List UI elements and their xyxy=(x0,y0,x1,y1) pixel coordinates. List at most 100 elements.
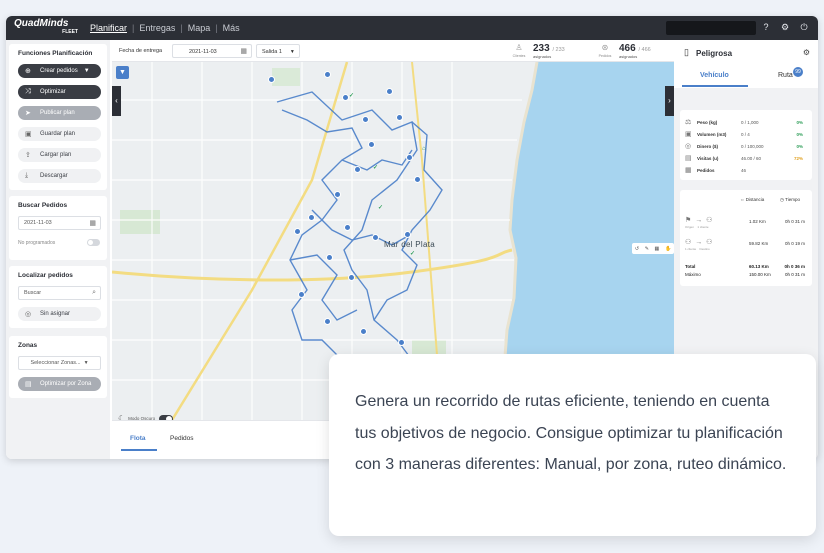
map-pin[interactable] xyxy=(334,191,341,198)
map-pin[interactable] xyxy=(368,141,375,148)
calendar-icon: ▦ xyxy=(240,48,247,55)
quadminds-logo[interactable]: QuadMinds FLEET xyxy=(14,19,78,37)
map-pin[interactable] xyxy=(342,94,349,101)
zonas-card: Zonas Seleccionar Zonas... ▼ ▤ Optimizar p… xyxy=(9,336,107,398)
target-icon: ◎ xyxy=(25,311,32,318)
nav-entregas[interactable]: Entregas xyxy=(139,23,175,33)
nav-separator: | xyxy=(132,23,135,33)
cargar-plan-button[interactable]: ⇪ Cargar plan xyxy=(18,148,101,162)
map-pin[interactable] xyxy=(396,114,403,121)
publicar-plan-button[interactable]: ➤ Publicar plan xyxy=(18,106,101,120)
zonas-title: Zonas xyxy=(18,342,38,349)
distance-icon: ⇔ xyxy=(740,197,745,202)
zonas-select[interactable]: Seleccionar Zonas... ▼ xyxy=(18,356,101,370)
nav-mapa[interactable]: Mapa xyxy=(188,23,211,33)
map-pin[interactable] xyxy=(362,116,369,123)
map-pin[interactable] xyxy=(298,291,305,298)
nav-planificar[interactable]: Planificar xyxy=(90,23,127,33)
pencil-icon[interactable]: ✎ xyxy=(645,246,649,252)
collapse-left-arrow[interactable]: ‹ xyxy=(112,86,121,116)
clock-icon: ◷ xyxy=(780,197,784,202)
fecha-entrega-input[interactable]: 2021-11-03 ▦ xyxy=(172,44,252,58)
check-icon: ✓ xyxy=(349,93,355,99)
check-icon: ✓ xyxy=(378,205,384,211)
description-card: Genera un recorrido de rutas eficiente, … xyxy=(329,354,816,536)
filter-icon[interactable]: ▼ xyxy=(116,66,129,79)
active-tab-underline xyxy=(682,85,748,87)
map-pin[interactable] xyxy=(344,224,351,231)
hand-icon[interactable]: ✋ xyxy=(665,246,671,252)
optimize-icon: ⤨ xyxy=(25,88,31,95)
help-icon[interactable]: ? xyxy=(761,22,771,32)
sin-asignar-button[interactable]: ◎ Sin asignar xyxy=(18,307,101,321)
map-pin[interactable] xyxy=(406,154,413,161)
check-icon: ✓ xyxy=(410,251,416,257)
fecha-entrega-label: Fecha de entrega xyxy=(119,48,163,54)
left-panel: Funciones Planificación ⊕ Crear pedidos ▼ … xyxy=(6,40,110,459)
map-pin[interactable] xyxy=(324,318,331,325)
orders-icon: ▦ xyxy=(685,167,692,174)
map-pin[interactable] xyxy=(372,234,379,241)
map-pin[interactable] xyxy=(360,328,367,335)
funciones-card: Funciones Planificación ⊕ Crear pedidos ▼ … xyxy=(9,44,107,190)
map-pin[interactable] xyxy=(348,274,355,281)
tab-ruta[interactable]: Ruta xyxy=(778,72,793,79)
crear-pedidos-button[interactable]: ⊕ Crear pedidos ▼ xyxy=(18,64,101,78)
weight-icon: ⚖ xyxy=(685,119,692,126)
ruta-count-badge: 99 xyxy=(793,67,803,77)
search-icon: ⌕ xyxy=(92,289,96,296)
vehicle-header: ▯ Peligrosa ⚙ Vehículo Ruta 99 xyxy=(674,40,818,88)
no-programados-toggle[interactable] xyxy=(87,239,100,246)
visits-icon: ▤ xyxy=(685,155,692,162)
origin-to-client-icon: ⚑ → ⚇ xyxy=(685,217,714,224)
map-tools[interactable]: ↺ ✎ ▦ ✋ xyxy=(632,243,674,254)
tab-pedidos[interactable]: Pedidos xyxy=(170,435,194,442)
buscar-date-input[interactable]: 2021-11-03 ▦ xyxy=(18,216,101,230)
map-pin[interactable] xyxy=(404,231,411,238)
undo-icon[interactable]: ↺ xyxy=(635,246,639,252)
map-pin[interactable] xyxy=(324,71,331,78)
nav-separator: | xyxy=(215,23,218,33)
guardar-plan-button[interactable]: ▣ Guardar plan xyxy=(18,127,101,141)
box-icon: ▣ xyxy=(685,131,692,138)
localizar-card: Localizar pedidos Buscar ⌕ ◎ Sin asignar xyxy=(9,266,107,328)
gear-icon[interactable]: ⚙ xyxy=(803,48,810,57)
nav-mas[interactable]: Más xyxy=(223,23,240,33)
warehouse-icon: ⌂ xyxy=(422,146,426,152)
capacity-row: ▦ Pedidos 46 xyxy=(685,167,747,174)
map-pin[interactable] xyxy=(308,214,315,221)
main-nav: Planificar | Entregas | Mapa | Más xyxy=(90,23,240,33)
account-selector[interactable] xyxy=(666,21,756,35)
map-pin[interactable] xyxy=(398,339,405,346)
salida-select[interactable]: Salida 1 ▼ xyxy=(256,44,300,58)
localizar-search-input[interactable]: Buscar ⌕ xyxy=(18,286,101,300)
distance-header: ⇔ Distancia xyxy=(740,197,765,202)
buscar-title: Buscar Pedidos xyxy=(18,202,68,209)
route-card: ⇔ Distancia ◷ Tiempo ⚑ → ⚇ Origen 1 clie… xyxy=(680,190,812,286)
map-pin[interactable] xyxy=(354,166,361,173)
descargar-button[interactable]: ⤓ Descargar xyxy=(18,169,101,183)
tab-flota[interactable]: Flota xyxy=(130,435,146,442)
upload-icon: ⇪ xyxy=(25,152,31,159)
map-pin[interactable] xyxy=(294,228,301,235)
city-label: Mar del Plata xyxy=(384,240,436,249)
no-programados-label: No programados xyxy=(18,240,56,246)
optimizar-por-zona-button[interactable]: ▤ Optimizar por Zona xyxy=(18,377,101,391)
map-pin[interactable] xyxy=(326,254,333,261)
power-icon[interactable]: ⏻ xyxy=(799,22,809,32)
description-text: Genera un recorrido de rutas eficiente, … xyxy=(355,393,787,473)
gear-icon[interactable]: ⚙ xyxy=(780,22,790,32)
capacity-row: ◎ Dinero ($) 0 / 100,000 0% xyxy=(685,143,803,150)
active-tab-underline xyxy=(121,449,157,451)
optimizar-button[interactable]: ⤨ Optimizar xyxy=(18,85,101,99)
map-toolbar: Fecha de entrega 2021-11-03 ▦ Salida 1 ▼ … xyxy=(112,40,674,62)
tab-vehiculo[interactable]: Vehículo xyxy=(700,72,729,79)
map-pin[interactable] xyxy=(386,88,393,95)
collapse-right-arrow[interactable]: › xyxy=(665,86,674,116)
grid-icon[interactable]: ▦ xyxy=(655,246,660,252)
map-pin[interactable] xyxy=(268,76,275,83)
funciones-title: Funciones Planificación xyxy=(18,50,93,57)
map-pin[interactable] xyxy=(414,176,421,183)
chevron-down-icon: ▼ xyxy=(83,360,89,366)
capacity-row: ⚖ Peso (kg) 0 / 1,000 0% xyxy=(685,119,803,126)
